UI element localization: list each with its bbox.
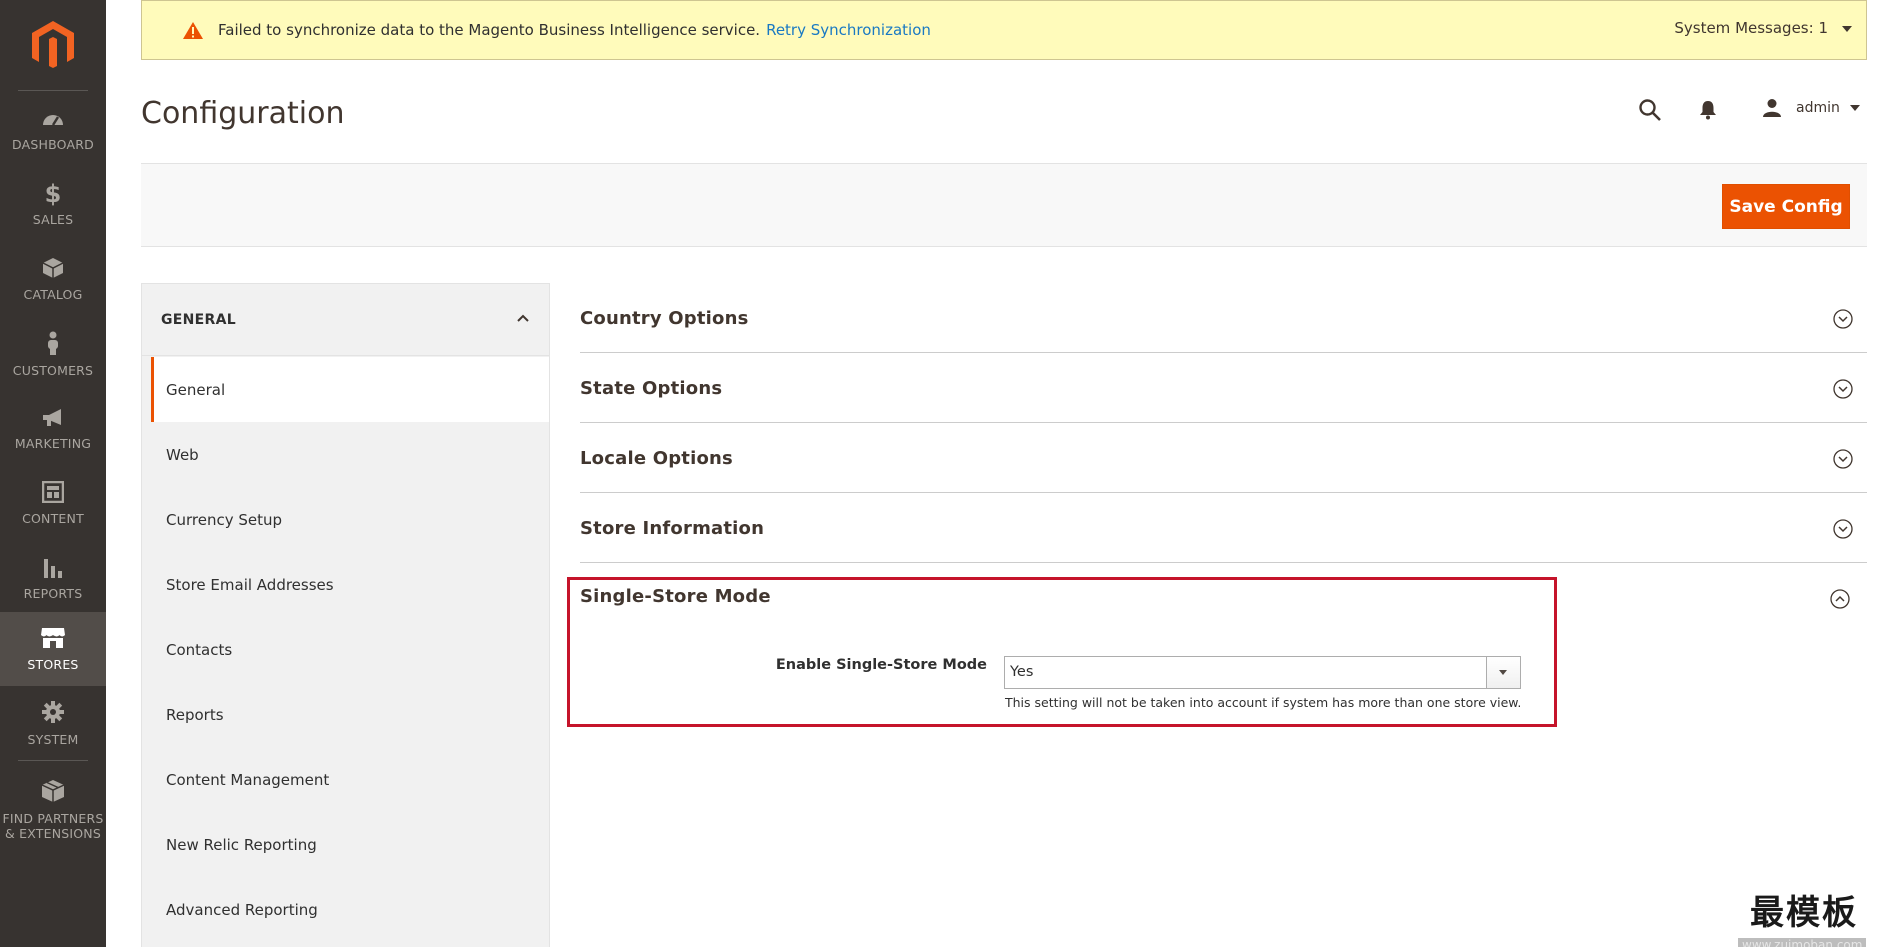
- config-tab-contacts[interactable]: Contacts: [151, 617, 549, 682]
- config-tab-label: General: [166, 380, 226, 399]
- chevron-down-icon[interactable]: [1842, 26, 1852, 32]
- section-locale-options[interactable]: Locale Options: [580, 423, 1867, 493]
- section-title: Store Information: [580, 518, 765, 539]
- admin-username: admin: [1796, 100, 1840, 116]
- config-tab-advanced-reporting[interactable]: Advanced Reporting: [151, 877, 549, 942]
- config-tab-label: Store Email Addresses: [166, 575, 334, 594]
- config-tab-currency-setup[interactable]: Currency Setup: [151, 487, 549, 552]
- dollar-icon: $: [44, 179, 62, 208]
- config-tab-label: Contacts: [166, 640, 233, 659]
- nav-item-label: CONTENT: [22, 510, 84, 526]
- nav-item-marketing[interactable]: MARKETING: [0, 392, 106, 466]
- config-tab-general[interactable]: General: [151, 357, 549, 422]
- enable-single-store-select[interactable]: Yes: [1004, 656, 1521, 689]
- nav-item-sales[interactable]: $ SALES: [0, 168, 106, 242]
- layout-icon: [42, 480, 64, 503]
- nav-item-content[interactable]: CONTENT: [0, 466, 106, 540]
- chevron-down-icon[interactable]: [1486, 657, 1520, 688]
- expand-circle-icon: [1833, 309, 1853, 329]
- nav-divider: [18, 90, 88, 91]
- page-actions-bar: Save Config: [141, 163, 1867, 247]
- nav-item-label: FIND PARTNERS & EXTENSIONS: [2, 811, 104, 841]
- expand-circle-icon: [1833, 519, 1853, 539]
- select-value: Yes: [1010, 664, 1034, 680]
- config-tab-web[interactable]: Web: [151, 422, 549, 487]
- expand-circle-icon: [1833, 449, 1853, 469]
- nav-item-find-partners[interactable]: FIND PARTNERS & EXTENSIONS: [0, 770, 106, 850]
- megaphone-icon: [43, 408, 61, 426]
- bar-chart-icon: [44, 558, 62, 578]
- nav-item-reports[interactable]: REPORTS: [0, 541, 106, 615]
- config-group-title: GENERAL: [161, 311, 236, 328]
- system-messages-toggle[interactable]: System Messages: 1: [1674, 19, 1828, 37]
- section-title: Country Options: [580, 308, 749, 329]
- search-icon: [1639, 99, 1661, 121]
- section-title: Locale Options: [580, 448, 733, 469]
- nav-item-label: CATALOG: [23, 286, 83, 302]
- page-title: Configuration: [141, 96, 345, 131]
- magento-logo-icon: [32, 21, 74, 68]
- watermark-text: 最模板: [1750, 893, 1858, 933]
- nav-item-system[interactable]: SYSTEM: [0, 686, 106, 760]
- section-state-options[interactable]: State Options: [580, 353, 1867, 423]
- nav-item-label: REPORTS: [23, 585, 83, 601]
- collapse-circle-icon[interactable]: [1830, 589, 1850, 609]
- config-tab-label: Content Management: [166, 770, 330, 789]
- watermark: 最模板 www.zuimoban.com: [1738, 885, 1867, 947]
- section-store-information[interactable]: Store Information: [580, 493, 1867, 563]
- retry-sync-link[interactable]: Retry Synchronization: [766, 21, 931, 39]
- config-tab-label: Web: [166, 445, 199, 464]
- nav-item-label: SALES: [32, 211, 74, 227]
- warning-icon: [183, 21, 203, 39]
- store-icon: [41, 627, 65, 648]
- config-tab-store-email-addresses[interactable]: Store Email Addresses: [151, 552, 549, 617]
- expand-circle-icon: [1833, 379, 1853, 399]
- config-tab-content-management[interactable]: Content Management: [151, 747, 549, 812]
- magento-logo[interactable]: [0, 0, 106, 90]
- enable-single-store-label: Enable Single-Store Mode: [775, 657, 987, 673]
- global-search-button[interactable]: [1638, 98, 1662, 126]
- admin-nav: DASHBOARD $ SALES CATALOG CUSTOMERS MARK…: [0, 0, 106, 947]
- cube-icon: [42, 257, 64, 278]
- gauge-icon: [43, 114, 63, 126]
- config-tab-new-relic-reporting[interactable]: New Relic Reporting: [151, 812, 549, 877]
- nav-item-label: STORES: [27, 656, 79, 672]
- system-message-text: Failed to synchronize data to the Magent…: [218, 21, 761, 39]
- nav-item-label: SYSTEM: [27, 731, 79, 747]
- notifications-button[interactable]: [1699, 100, 1717, 124]
- bell-icon: [1700, 101, 1716, 120]
- config-group-general[interactable]: GENERAL: [142, 284, 549, 356]
- config-tab-label: Reports: [166, 705, 224, 724]
- nav-item-stores[interactable]: STORES: [0, 612, 106, 686]
- nav-item-label: MARKETING: [14, 435, 92, 451]
- admin-user-menu[interactable]: admin: [1762, 98, 1860, 118]
- chevron-down-icon: [1849, 105, 1860, 111]
- nav-item-label: CUSTOMERS: [12, 362, 94, 378]
- nav-item-dashboard[interactable]: DASHBOARD: [0, 93, 106, 167]
- section-single-store-mode[interactable]: Single-Store Mode: [580, 586, 771, 607]
- config-tab-label: New Relic Reporting: [166, 835, 317, 854]
- section-country-options[interactable]: Country Options: [580, 283, 1867, 353]
- user-icon: [1763, 99, 1781, 117]
- chevron-up-icon: [517, 314, 529, 322]
- box-icon: [41, 780, 65, 802]
- nav-item-label: DASHBOARD: [12, 136, 94, 152]
- magento-admin: DASHBOARD $ SALES CATALOG CUSTOMERS MARK…: [0, 0, 1886, 947]
- system-message-bar: Failed to synchronize data to the Magent…: [141, 0, 1867, 60]
- nav-divider: [18, 760, 88, 761]
- config-tab-label: Currency Setup: [166, 510, 283, 529]
- person-icon: [48, 331, 58, 355]
- gear-icon: [42, 700, 64, 723]
- config-tab-label: Advanced Reporting: [166, 900, 318, 919]
- config-tabs: GENERAL General Web Currency Setup Store…: [141, 283, 550, 947]
- field-note: This setting will not be taken into acco…: [1005, 695, 1522, 710]
- nav-item-customers[interactable]: CUSTOMERS: [0, 317, 106, 391]
- nav-item-catalog[interactable]: CATALOG: [0, 242, 106, 316]
- section-title: State Options: [580, 378, 723, 399]
- config-tab-reports[interactable]: Reports: [151, 682, 549, 747]
- save-config-button[interactable]: Save Config: [1722, 184, 1850, 229]
- watermark-url: www.zuimoban.com: [1738, 938, 1867, 947]
